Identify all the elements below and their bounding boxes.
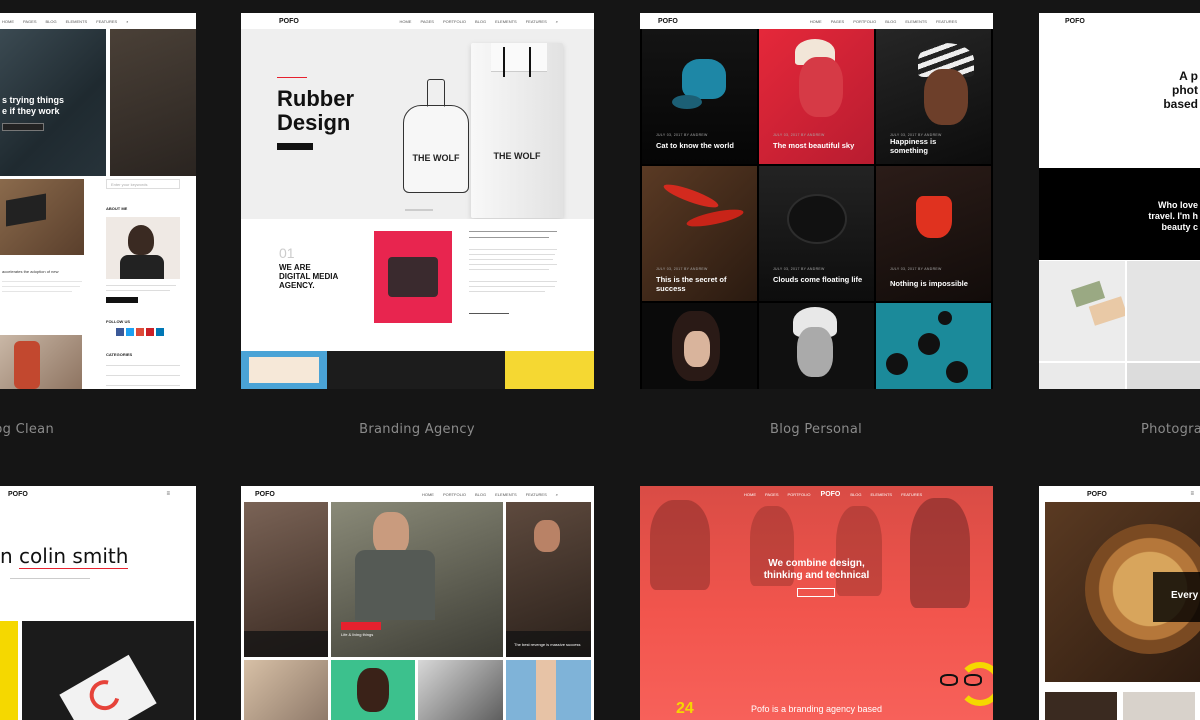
explore-button[interactable]	[277, 143, 313, 150]
logo: POFO	[820, 490, 841, 498]
demo-card-branding-agency[interactable]: POFO HOME PAGES PORTFOLIO BLOG ELEMENTS FEATU…	[241, 13, 594, 389]
photo-tile[interactable]	[1039, 261, 1125, 361]
big-number: 24	[676, 700, 694, 717]
girl-image	[0, 335, 82, 389]
pinterest-icon[interactable]	[146, 328, 154, 336]
facebook-icon[interactable]	[116, 328, 124, 336]
post-title[interactable]: Clouds come floating life	[773, 275, 863, 284]
hero-text: A p phot based	[1163, 69, 1198, 111]
explore-button[interactable]	[797, 588, 835, 597]
business-card-image	[22, 621, 194, 720]
hero-headline: We combine design, thinking and technica…	[763, 558, 870, 581]
tile-strip	[241, 351, 594, 389]
post-text: accelerates the adoption of new	[2, 269, 59, 274]
post-tile[interactable]: The best revenge is massive success	[506, 502, 591, 657]
hero-name: n colin smith	[0, 544, 129, 569]
typewriter-image	[374, 231, 452, 323]
post-tile[interactable]	[642, 303, 757, 389]
card-nav: POFO ≡	[1039, 486, 1200, 502]
logo: POFO	[279, 17, 299, 25]
logo: POFO	[8, 490, 28, 498]
section-number: 01	[279, 245, 295, 261]
yellow-panel	[0, 621, 18, 720]
card-nav: POFO HOME PORTFOLIO BLOG ELEMENTS FEATURES ⌕	[241, 486, 594, 502]
linkedin-icon[interactable]	[156, 328, 164, 336]
caption-blog-clean[interactable]: og Clean	[0, 422, 54, 437]
post-tile[interactable]	[759, 303, 874, 389]
side-image	[110, 29, 196, 176]
about-label: ABOUT ME	[106, 206, 128, 211]
hero-text: s trying things e if they work	[2, 95, 65, 116]
post-tile[interactable]	[244, 660, 328, 720]
demo-card-magazine[interactable]: POFO HOME PORTFOLIO BLOG ELEMENTS FEATURES ⌕ …	[241, 486, 594, 720]
demo-card-personal-portfolio[interactable]: POFO ≡ n colin smith	[0, 486, 196, 720]
hero-title: Rubber Design	[277, 86, 354, 135]
logo: POFO	[1065, 17, 1085, 25]
categories-label: CATEGORIES	[106, 352, 133, 357]
post-title[interactable]: The best revenge is massive success	[514, 642, 584, 647]
post-tile[interactable]	[244, 502, 328, 657]
agency-text: WE ARE DIGITAL MEDIA AGENCY.	[279, 263, 339, 290]
dark-band: Who love travel. I'm h beauty c	[1039, 168, 1200, 260]
hero-section: Rubber Design THE WOLF THE WOLF	[241, 29, 594, 219]
search-icon[interactable]: ⌕	[556, 19, 558, 24]
card-nav: HOME PAGES BLOG ELEMENTS FEATURES ⌕	[0, 13, 196, 29]
overlay-text: Every	[1171, 590, 1199, 601]
bottle-image: THE WOLF	[401, 79, 471, 194]
post-title[interactable]: Happiness is something	[890, 137, 970, 155]
laptop-image	[0, 179, 84, 255]
demo-card-blog-personal[interactable]: POFO HOME PAGES PORTFOLIO BLOG ELEMENTS FEATU…	[640, 13, 993, 389]
logo: POFO	[1087, 490, 1107, 498]
demo-card-restaurant[interactable]: POFO ≡ Every	[1039, 486, 1200, 720]
logo: POFO	[255, 490, 275, 498]
google-icon[interactable]	[136, 328, 144, 336]
menu-icon[interactable]: ≡	[1190, 491, 1194, 497]
bag-image: THE WOLF	[471, 43, 563, 218]
caption-branding-agency[interactable]: Branding Agency	[237, 422, 597, 437]
demo-card-creative-agency[interactable]: HOME PAGES PORTFOLIO POFO BLOG ELEMENTS FEAT…	[640, 486, 993, 720]
post-tile[interactable]	[331, 660, 415, 720]
follow-label: FOLLOW US	[106, 319, 130, 324]
card-nav: POFO ≡	[0, 486, 196, 502]
post-tile[interactable]	[506, 660, 591, 720]
menu-icon[interactable]: ≡	[166, 491, 170, 497]
post-title[interactable]: The most beautiful sky	[773, 141, 868, 150]
demo-card-photography[interactable]: POFO A p phot based Who love travel. I'm…	[1039, 13, 1200, 389]
demo-card-blog-clean[interactable]: HOME PAGES BLOG ELEMENTS FEATURES ⌕ s trying …	[0, 13, 196, 389]
logo: POFO	[658, 17, 678, 25]
search-input[interactable]: Enter your keywords	[106, 179, 180, 189]
twitter-icon[interactable]	[126, 328, 134, 336]
caption-photography[interactable]: Photogra	[1141, 422, 1200, 437]
post-title[interactable]: Nothing is impossible	[890, 279, 985, 288]
card-nav: POFO	[1039, 13, 1200, 29]
card-nav: POFO HOME PAGES PORTFOLIO BLOG ELEMENTS FEATU…	[640, 13, 993, 29]
photo-tile[interactable]	[1127, 261, 1200, 361]
social-icons	[116, 328, 164, 336]
food-image: Every	[1045, 502, 1200, 682]
post-tile[interactable]: Life & living things	[331, 502, 503, 657]
post-title[interactable]: This is the secret of success	[656, 275, 741, 293]
post-title[interactable]: Cat to know the world	[656, 141, 751, 150]
read-more-button[interactable]	[2, 123, 44, 131]
about-button[interactable]	[106, 297, 138, 303]
author-photo	[106, 217, 180, 279]
caption-blog-personal[interactable]: Blog Personal	[636, 422, 996, 437]
post-title[interactable]: Life & living things	[341, 632, 373, 637]
post-tile[interactable]	[418, 660, 503, 720]
card-nav: POFO HOME PAGES PORTFOLIO BLOG ELEMENTS FEATU…	[241, 13, 594, 29]
post-tile[interactable]	[876, 303, 991, 389]
